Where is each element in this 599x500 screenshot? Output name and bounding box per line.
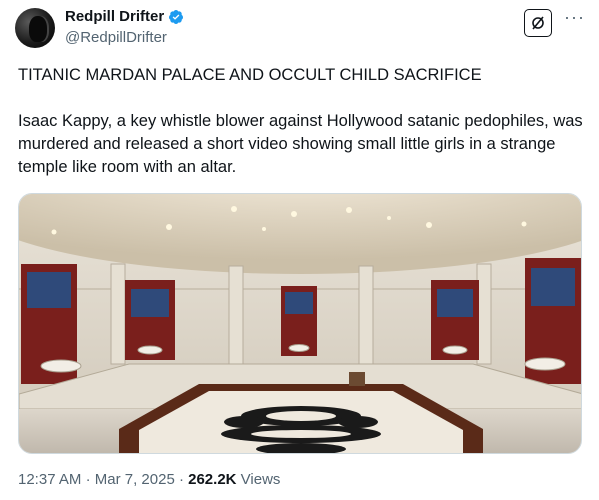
views-label: Views	[240, 471, 281, 488]
avatar[interactable]	[15, 8, 55, 48]
tweet-headline: TITANIC MARDAN PALACE AND OCCULT CHILD S…	[18, 66, 482, 84]
avatar-figure	[29, 16, 47, 42]
tweet-meta: 12:37 AM · Mar 7, 2025 · 262.2K Views	[18, 471, 280, 488]
separator: ·	[178, 471, 184, 488]
display-name[interactable]: Redpill Drifter	[65, 8, 164, 25]
tweet-body: Isaac Kappy, a key whistle blower agains…	[18, 112, 583, 176]
tweet-text: TITANIC MARDAN PALACE AND OCCULT CHILD S…	[18, 64, 588, 179]
author-name-row[interactable]: Redpill Drifter	[65, 8, 184, 25]
author-handle[interactable]: @RedpillDrifter	[65, 29, 167, 46]
verified-badge-icon	[168, 9, 184, 25]
tweet-date[interactable]: Mar 7, 2025	[95, 471, 175, 488]
views-count: 262.2K	[188, 471, 237, 488]
tweet-time[interactable]: 12:37 AM	[18, 471, 81, 488]
altar-object	[349, 372, 365, 386]
grok-icon[interactable]	[524, 9, 552, 37]
tweet-image[interactable]	[18, 193, 582, 454]
more-options-icon[interactable]: ···	[564, 8, 585, 26]
separator: ·	[85, 471, 91, 488]
